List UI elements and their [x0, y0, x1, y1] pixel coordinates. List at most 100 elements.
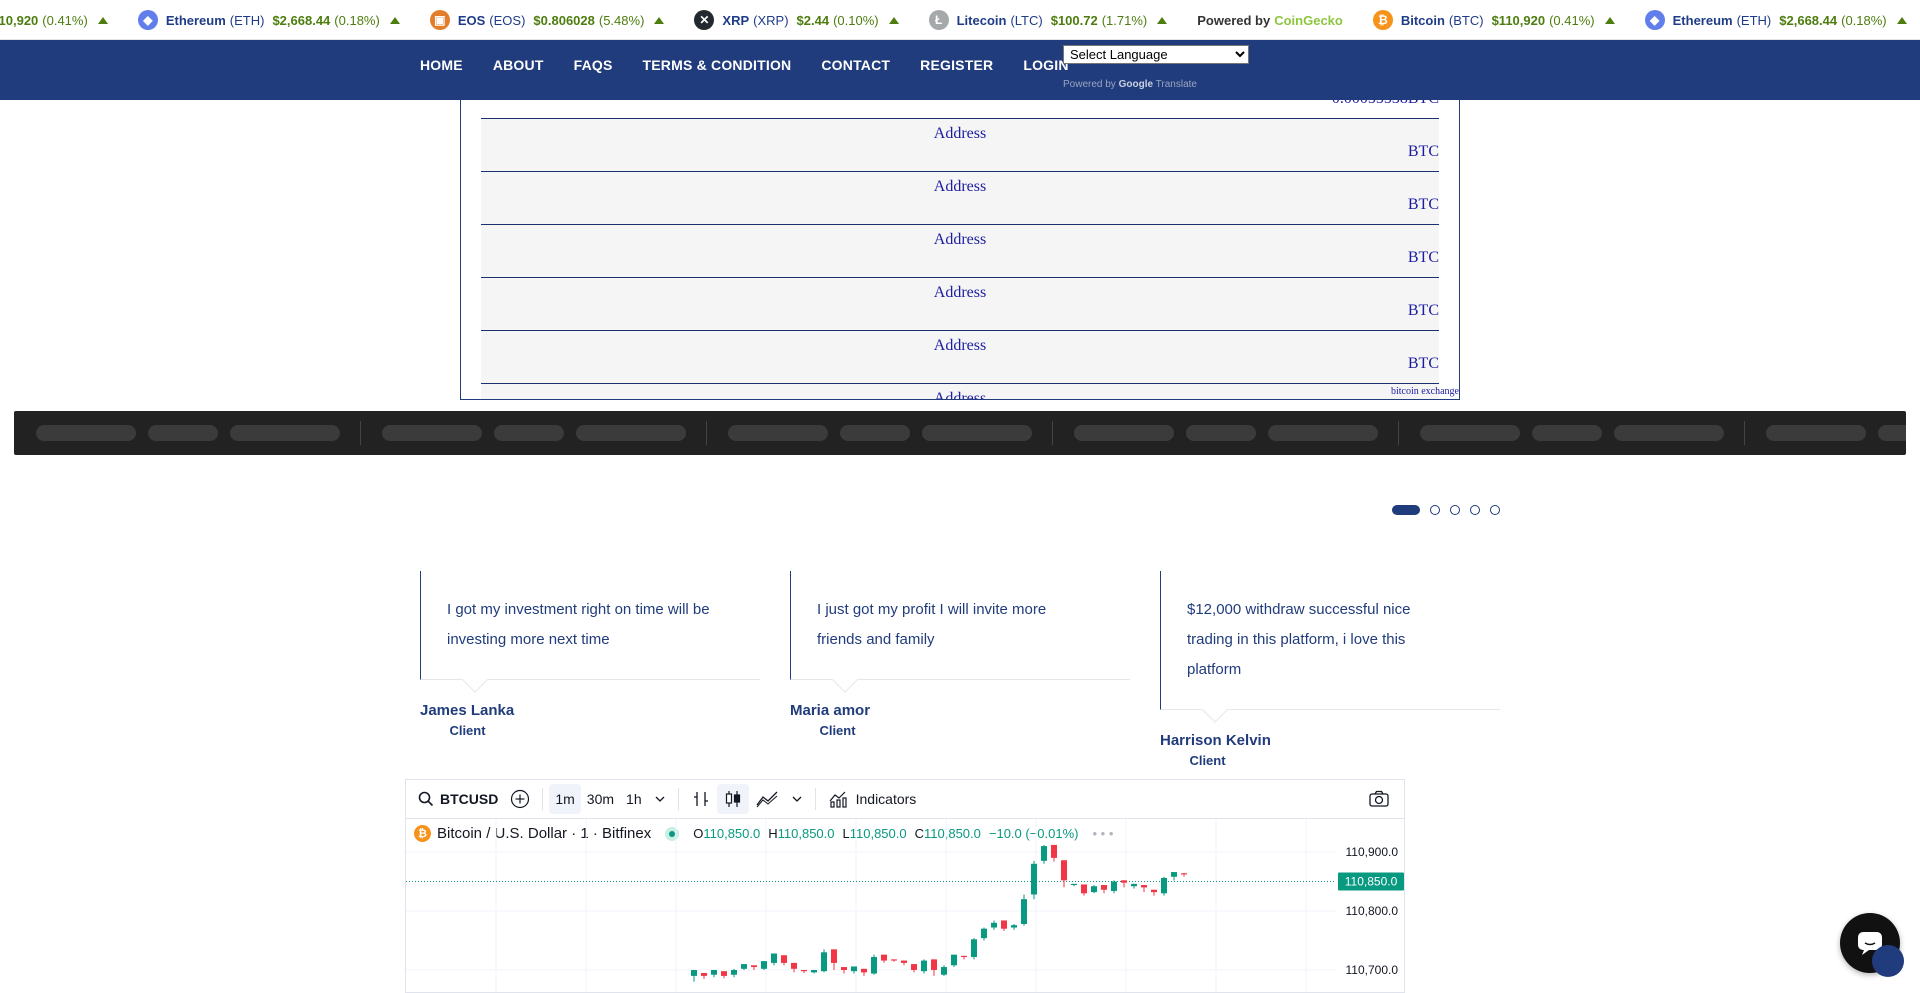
- ticker-symbol: (EOS): [489, 12, 526, 28]
- carousel-dot[interactable]: [1470, 505, 1480, 515]
- band-divider: [706, 421, 707, 445]
- candlestick-plot[interactable]: 110,900.0 110,800.0 110,700.0 110,850.0: [406, 819, 1405, 993]
- up-arrow-icon: [389, 16, 400, 24]
- ticker-item[interactable]: ◆ Ethereum (ETH) $2,668.44 (0.18%): [137, 10, 400, 30]
- indicators-button[interactable]: Indicators: [822, 784, 923, 814]
- loading-placeholder: [36, 425, 136, 441]
- ticker-item[interactable]: ✕ XRP (XRP) $2.44 (0.10%): [694, 10, 899, 30]
- google-logo[interactable]: Google: [1119, 79, 1153, 90]
- nav-link-faqs[interactable]: FAQS: [574, 57, 613, 73]
- candle-body: [841, 967, 847, 970]
- loading-placeholder: [494, 425, 564, 441]
- candle-body: [721, 971, 727, 976]
- ticker-item[interactable]: ₿ Bitcoin (BTC) $110,920 (0.41%): [1372, 10, 1615, 30]
- bars-style-button[interactable]: [685, 784, 717, 814]
- nav-link-register[interactable]: REGISTER: [920, 57, 993, 73]
- bitcoin-exchange-link[interactable]: bitcoin exchange: [1391, 386, 1459, 397]
- candle-body: [871, 957, 877, 974]
- candle-body: [811, 970, 817, 973]
- ticker-price: $2,668.44: [272, 12, 331, 28]
- ticker-item[interactable]: Ł Litecoin (LTC) $100.72 (1.71%): [928, 10, 1168, 30]
- candle-body: [751, 965, 757, 968]
- candle-body: [1081, 884, 1087, 894]
- carousel-dot[interactable]: [1392, 505, 1420, 515]
- address-row: Address BTC: [481, 171, 1439, 224]
- chat-agent-avatar[interactable]: [1872, 945, 1904, 977]
- candle-body: [821, 952, 827, 972]
- btc-address-widget: 0.00055538BTC AddressBTCAddressBTCAddres…: [460, 100, 1460, 400]
- interval-30m[interactable]: 30m: [581, 784, 620, 814]
- intervals-dropdown[interactable]: [648, 784, 672, 814]
- up-arrow-icon: [1604, 16, 1615, 24]
- ticker-item[interactable]: ▣ EOS (EOS) $0.806028 (5.48%): [429, 10, 665, 30]
- loading-placeholder-group: [1074, 425, 1390, 441]
- ethereum-icon: ◆: [137, 10, 158, 30]
- address-label: Address: [933, 390, 987, 400]
- candle-body: [921, 960, 927, 972]
- address-row: Address: [481, 383, 1439, 400]
- ticker-name: Ethereum: [165, 12, 226, 28]
- price-ticker: 110,920(0.41%) ◆Ethereum(ETH)$2,668.44(0.…: [0, 0, 1920, 40]
- candle-body: [931, 959, 937, 970]
- candle-body: [1111, 881, 1117, 891]
- candle-body: [691, 970, 697, 976]
- ethereum-icon: ◆: [1644, 10, 1665, 30]
- candle-body: [1011, 925, 1017, 928]
- candle-body: [801, 970, 807, 972]
- interval-1m[interactable]: 1m: [549, 784, 581, 814]
- candle-body: [831, 949, 837, 963]
- ticker-name: EOS: [457, 12, 486, 28]
- toolbar-divider: [542, 788, 544, 810]
- candle-body: [1091, 886, 1097, 893]
- nav-links: HOME ABOUT FAQS TERMS & CONDITION CONTACT REG…: [420, 40, 1099, 89]
- translate-link[interactable]: Translate: [1156, 79, 1197, 90]
- powered-prefix: Powered by: [1197, 12, 1271, 28]
- toolbar-divider: [814, 788, 816, 810]
- loading-placeholder: [1268, 425, 1378, 441]
- address-label: Address: [933, 284, 987, 301]
- interval-1h[interactable]: 1h: [620, 784, 648, 814]
- snapshot-button[interactable]: [1362, 784, 1396, 814]
- candle-body: [861, 968, 867, 973]
- up-arrow-icon: [654, 16, 665, 24]
- ticker-item[interactable]: 110,920(0.41%): [0, 13, 108, 28]
- candle-body: [1141, 885, 1147, 888]
- ticker-price: $100.72: [1050, 12, 1098, 28]
- loading-placeholder: [1878, 425, 1906, 441]
- nav-link-login[interactable]: LOGIN: [1023, 57, 1068, 73]
- loading-placeholder: [1614, 425, 1724, 441]
- nav-link-terms-condition[interactable]: TERMS & CONDITION: [643, 57, 792, 73]
- ticker-price: $110,920: [1491, 12, 1546, 28]
- ticker-item[interactable]: ◆ Ethereum (ETH) $2,668.44 (0.18%): [1644, 10, 1907, 30]
- nav-link-contact[interactable]: CONTACT: [821, 57, 890, 73]
- ticker-change: (0.18%): [334, 12, 380, 28]
- carousel-dot[interactable]: [1450, 505, 1460, 515]
- candle-body: [971, 939, 977, 958]
- candle-body: [791, 962, 797, 969]
- camera-icon: [1369, 790, 1389, 807]
- toolbar-divider: [677, 788, 679, 810]
- loading-placeholder: [1186, 425, 1256, 441]
- add-circle-icon: [511, 789, 530, 809]
- powered-by-coingecko[interactable]: Powered by CoinGecko: [1197, 13, 1343, 28]
- nav-link-about[interactable]: ABOUT: [493, 57, 544, 73]
- ticker-name: Litecoin: [956, 12, 1007, 28]
- address-amount: BTC: [1407, 196, 1439, 213]
- nav-link-home[interactable]: HOME: [420, 57, 463, 73]
- compare-button[interactable]: [504, 784, 536, 814]
- area-style-button[interactable]: [749, 784, 785, 814]
- loading-placeholder: [230, 425, 340, 441]
- language-select[interactable]: Select Language: [1063, 45, 1249, 64]
- chart-type-dropdown[interactable]: [785, 784, 809, 814]
- candle-body: [761, 961, 767, 969]
- loading-placeholder: [576, 425, 686, 441]
- candle-body: [941, 967, 947, 975]
- candle-body: [1031, 863, 1037, 895]
- symbol-search[interactable]: BTCUSD: [412, 784, 504, 814]
- carousel-dot[interactable]: [1430, 505, 1440, 515]
- address-amount: BTC: [1407, 302, 1439, 319]
- address-label: Address: [933, 125, 987, 142]
- candles-style-button[interactable]: [716, 784, 749, 814]
- google-translate-credit: Powered by Google Translate: [1063, 79, 1197, 90]
- carousel-dot[interactable]: [1490, 505, 1500, 515]
